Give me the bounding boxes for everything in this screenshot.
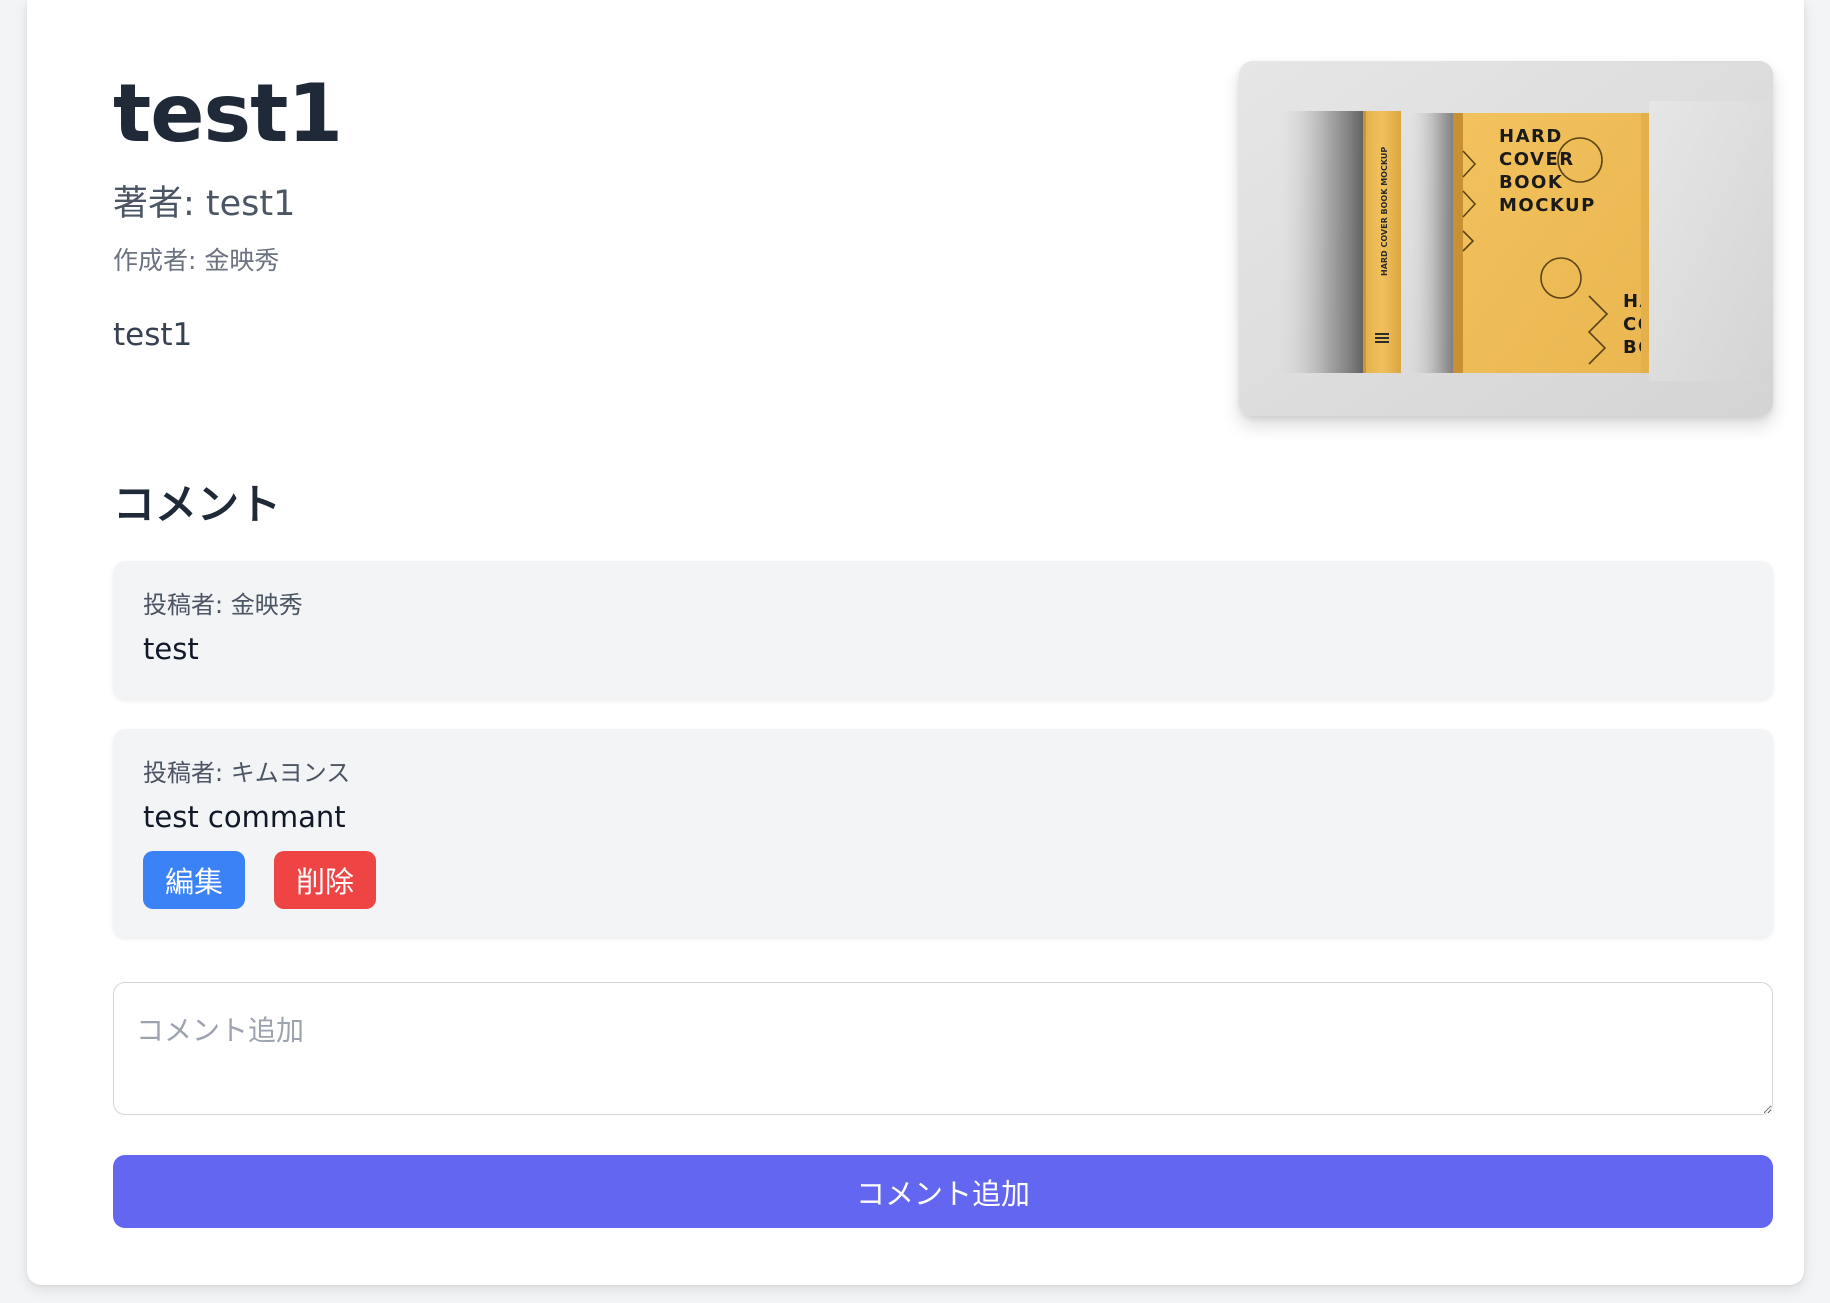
spine-text: HARD COVER BOOK MOCKUP <box>1380 147 1389 276</box>
delete-comment-button[interactable]: 削除 <box>274 851 376 909</box>
book-detail-card: test1 著者: test1 作成者: 金映秀 test1 HARD COVE… <box>27 0 1804 1285</box>
book-mockup-illustration: HARD COVER BOOK MOCKUP HARD COVER BOOK M… <box>1239 61 1773 416</box>
edit-comment-button[interactable]: 編集 <box>143 851 245 909</box>
comment-text: test <box>143 632 199 666</box>
cover-line-2: COVER <box>1499 149 1575 170</box>
cover-line-3: BOOK <box>1499 172 1563 193</box>
book-description: test1 <box>113 317 193 353</box>
cover-line-4: MOCKUP <box>1499 195 1596 216</box>
book-title: test1 <box>113 67 343 160</box>
comment-item: 投稿者: キムヨンス test commant 編集 削除 <box>113 729 1773 937</box>
book-creator: 作成者: 金映秀 <box>113 246 280 275</box>
book-author: 著者: test1 <box>113 184 296 224</box>
comments-heading: コメント <box>113 480 282 529</box>
book-cover-image: HARD COVER BOOK MOCKUP HARD COVER BOOK M… <box>1239 61 1773 416</box>
add-comment-button[interactable]: コメント追加 <box>113 1155 1773 1228</box>
comment-poster: 投稿者: キムヨンス <box>143 759 351 787</box>
new-comment-textarea[interactable] <box>113 982 1773 1115</box>
comment-item: 投稿者: 金映秀 test <box>113 561 1773 699</box>
cover-line-1: HARD <box>1499 126 1563 147</box>
comment-text: test commant <box>143 800 346 834</box>
comment-poster: 投稿者: 金映秀 <box>143 591 303 619</box>
